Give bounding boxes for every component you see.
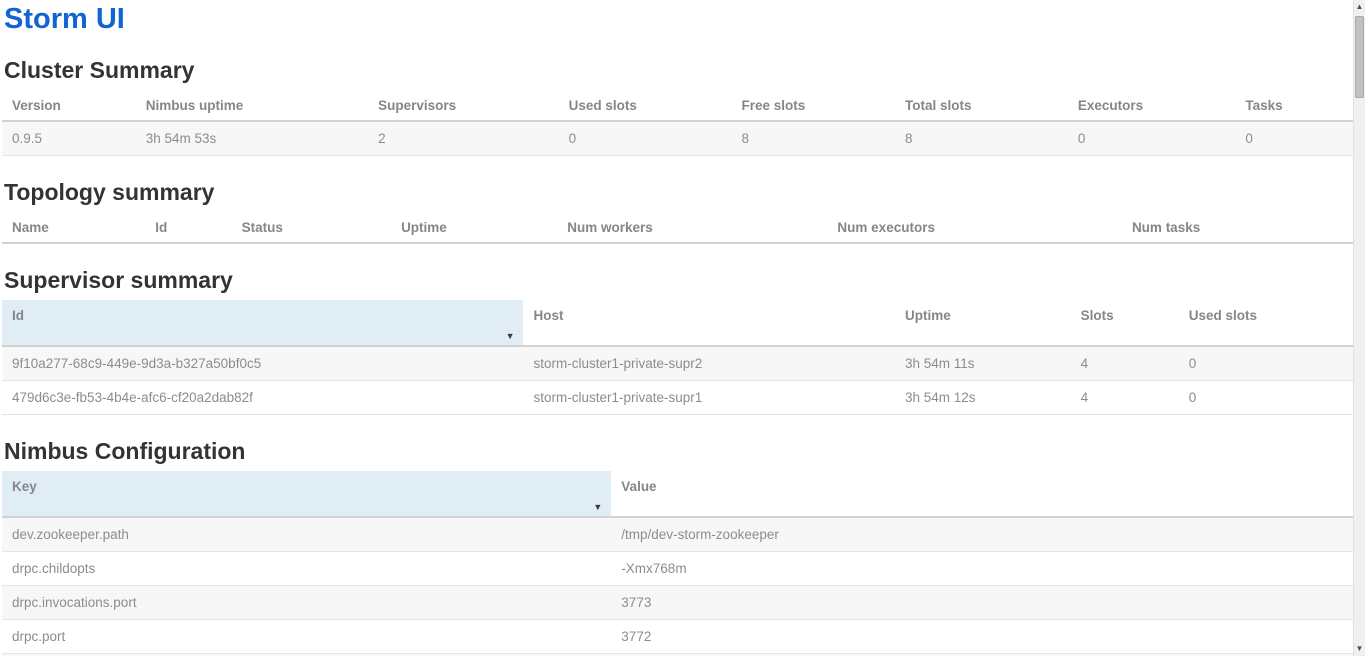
column-header-used-slots[interactable]: Used slots — [559, 90, 732, 121]
supervisor-summary-table: Id▼HostUptimeSlotsUsed slots 9f10a277-68… — [2, 300, 1353, 415]
scrollbar-thumb[interactable] — [1355, 16, 1364, 98]
storm-ui-page: Storm UI Cluster Summary VersionNimbus u… — [0, 0, 1353, 656]
page-title[interactable]: Storm UI — [4, 4, 1353, 34]
column-header-slots[interactable]: Slots — [1071, 300, 1179, 346]
nimbus-configuration-heading: Nimbus Configuration — [4, 439, 1353, 463]
table-cell: storm-cluster1-private-supr1 — [523, 381, 895, 415]
table-cell: 9f10a277-68c9-449e-9d3a-b327a50bf0c5 — [2, 346, 523, 381]
vertical-scrollbar[interactable]: ▲ ▼ — [1353, 0, 1365, 656]
supervisor-summary-heading: Supervisor summary — [4, 268, 1353, 292]
topology-summary-heading: Topology summary — [4, 180, 1353, 204]
table-cell: 2 — [368, 121, 558, 156]
table-cell: 479d6c3e-fb53-4b4e-afc6-cf20a2dab82f — [2, 381, 523, 415]
column-header-name[interactable]: Name — [2, 212, 145, 243]
column-header-host[interactable]: Host — [523, 300, 895, 346]
topology-summary-table: NameIdStatusUptimeNum workersNum executo… — [2, 212, 1353, 244]
column-header-total-slots[interactable]: Total slots — [895, 90, 1068, 121]
column-header-key[interactable]: Key▼ — [2, 471, 611, 517]
table-cell: 8 — [895, 121, 1068, 156]
column-header-uptime[interactable]: Uptime — [391, 212, 557, 243]
column-header-version[interactable]: Version — [2, 90, 136, 121]
column-header-num-workers[interactable]: Num workers — [557, 212, 827, 243]
column-header-id[interactable]: Id▼ — [2, 300, 523, 346]
column-header-executors[interactable]: Executors — [1068, 90, 1236, 121]
column-header-used-slots[interactable]: Used slots — [1179, 300, 1353, 346]
table-cell: 0 — [1179, 346, 1353, 381]
column-header-status[interactable]: Status — [232, 212, 391, 243]
table-cell: /tmp/dev-storm-zookeeper — [611, 517, 1353, 552]
table-cell: 0 — [1235, 121, 1353, 156]
column-header-free-slots[interactable]: Free slots — [732, 90, 895, 121]
scroll-down-icon[interactable]: ▼ — [1354, 642, 1365, 656]
table-row: drpc.port3772 — [2, 620, 1353, 654]
table-header-row: Key▼Value — [2, 471, 1353, 517]
table-cell: 3h 54m 11s — [895, 346, 1071, 381]
table-cell: drpc.childopts — [2, 552, 611, 586]
table-cell: 0 — [1068, 121, 1236, 156]
table-cell: 0 — [559, 121, 732, 156]
column-header-nimbus-uptime[interactable]: Nimbus uptime — [136, 90, 368, 121]
table-cell: -Xmx768m — [611, 552, 1353, 586]
table-cell: 4 — [1071, 381, 1179, 415]
table-cell: 0 — [1179, 381, 1353, 415]
column-header-uptime[interactable]: Uptime — [895, 300, 1071, 346]
table-row: 479d6c3e-fb53-4b4e-afc6-cf20a2dab82fstor… — [2, 381, 1353, 415]
sort-desc-icon: ▼ — [593, 503, 602, 512]
table-cell: drpc.port — [2, 620, 611, 654]
table-row: drpc.childopts-Xmx768m — [2, 552, 1353, 586]
column-header-num-executors[interactable]: Num executors — [827, 212, 1122, 243]
table-cell: 8 — [732, 121, 895, 156]
table-row: drpc.invocations.port3773 — [2, 586, 1353, 620]
table-cell: drpc.invocations.port — [2, 586, 611, 620]
column-header-id[interactable]: Id — [145, 212, 231, 243]
table-cell: 3h 54m 12s — [895, 381, 1071, 415]
table-cell: storm-cluster1-private-supr2 — [523, 346, 895, 381]
column-header-num-tasks[interactable]: Num tasks — [1122, 212, 1353, 243]
table-row: dev.zookeeper.path/tmp/dev-storm-zookeep… — [2, 517, 1353, 552]
sort-desc-icon: ▼ — [506, 332, 515, 341]
table-row: 0.9.53h 54m 53s208800 — [2, 121, 1353, 156]
table-row: 9f10a277-68c9-449e-9d3a-b327a50bf0c5stor… — [2, 346, 1353, 381]
table-cell: dev.zookeeper.path — [2, 517, 611, 552]
cluster-summary-heading: Cluster Summary — [4, 58, 1353, 82]
table-header-row: VersionNimbus uptimeSupervisorsUsed slot… — [2, 90, 1353, 121]
column-header-tasks[interactable]: Tasks — [1235, 90, 1353, 121]
table-cell: 3h 54m 53s — [136, 121, 368, 156]
cluster-summary-table: VersionNimbus uptimeSupervisorsUsed slot… — [2, 90, 1353, 156]
column-header-value[interactable]: Value — [611, 471, 1353, 517]
table-cell: 3772 — [611, 620, 1353, 654]
nimbus-configuration-table: Key▼Value dev.zookeeper.path/tmp/dev-sto… — [2, 471, 1353, 656]
table-header-row: Id▼HostUptimeSlotsUsed slots — [2, 300, 1353, 346]
column-header-supervisors[interactable]: Supervisors — [368, 90, 558, 121]
scroll-up-icon[interactable]: ▲ — [1354, 0, 1365, 14]
table-cell: 3773 — [611, 586, 1353, 620]
table-header-row: NameIdStatusUptimeNum workersNum executo… — [2, 212, 1353, 243]
table-cell: 4 — [1071, 346, 1179, 381]
table-cell: 0.9.5 — [2, 121, 136, 156]
